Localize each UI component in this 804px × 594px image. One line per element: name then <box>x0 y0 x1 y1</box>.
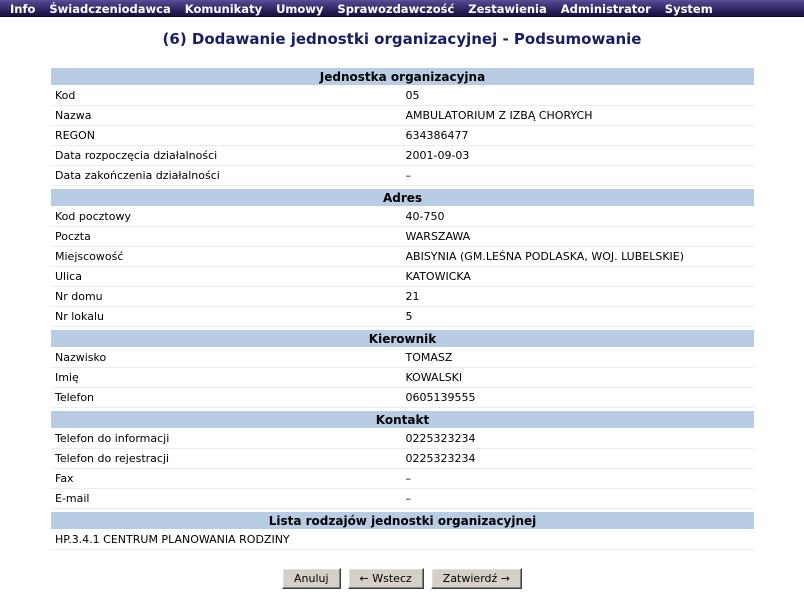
menu-item-info[interactable]: Info <box>3 1 42 17</box>
table-row: E-mail – <box>51 488 754 509</box>
section-header-label: Kierownik <box>51 330 754 348</box>
field-label: E-mail <box>51 488 403 509</box>
field-label: Nr domu <box>51 286 403 307</box>
table-row: Ulica KATOWICKA <box>51 266 754 287</box>
field-value: 5 <box>402 306 754 327</box>
field-value: 0225323234 <box>402 428 754 449</box>
table-row: Telefon do informacji 0225323234 <box>51 428 754 449</box>
table-row: Miejscowość ABISYNIA (GM.LEŚNA PODLASKA, … <box>51 246 754 267</box>
field-label: Poczta <box>51 226 403 247</box>
section-header-row: Jednostka organizacyjna <box>51 68 754 86</box>
summary-content: Jednostka organizacyjna Kod 05 Nazwa AMBULAT… <box>51 68 754 550</box>
field-label: Data zakończenia działalności <box>51 165 403 186</box>
list-item: HP.3.4.1 CENTRUM PLANOWANIA RODZINY <box>51 529 754 550</box>
field-value: 0225323234 <box>402 448 754 469</box>
field-value: 40-750 <box>402 206 754 227</box>
table-row: Telefon do rejestracji 0225323234 <box>51 448 754 469</box>
field-label: Fax <box>51 468 403 489</box>
field-value: KOWALSKI <box>402 367 754 388</box>
field-value: – <box>402 488 754 509</box>
field-value: 05 <box>402 85 754 106</box>
menu-item-zestawienia[interactable]: Zestawienia <box>461 1 554 17</box>
field-label: Telefon do informacji <box>51 428 403 449</box>
table-row: Kod 05 <box>51 85 754 106</box>
section-header-label: Kontakt <box>51 411 754 429</box>
field-value: – <box>402 468 754 489</box>
table-row: Data zakończenia działalności – <box>51 165 754 186</box>
list-section-header-row: Lista rodzajów jednostki organizacyjnej <box>51 512 754 530</box>
field-label: REGON <box>51 125 403 146</box>
back-button[interactable]: ← Wstecz <box>347 568 424 589</box>
field-label: Nazwa <box>51 105 403 126</box>
cancel-button[interactable]: Anuluj <box>281 568 341 589</box>
list-section-header-label: Lista rodzajów jednostki organizacyjnej <box>51 512 754 530</box>
summary-table: Jednostka organizacyjna Kod 05 Nazwa AMBULAT… <box>51 68 754 550</box>
confirm-button[interactable]: Zatwierdź → <box>430 568 522 589</box>
menu-item-wiadczeniodawca[interactable]: Świadczeniodawca <box>42 1 177 17</box>
field-value: 2001-09-03 <box>402 145 754 166</box>
menu-item-sprawozdawczo[interactable]: Sprawozdawczość <box>330 1 461 17</box>
field-label: Kod pocztowy <box>51 206 403 227</box>
field-label: Kod <box>51 85 403 106</box>
table-row: Poczta WARSZAWA <box>51 226 754 247</box>
table-row: Nazwisko TOMASZ <box>51 347 754 368</box>
field-value: TOMASZ <box>402 347 754 368</box>
table-row: Nr lokalu 5 <box>51 306 754 327</box>
main-menu-bar: Info Świadczeniodawca Komunikaty Umowy Spraw… <box>0 0 804 17</box>
field-label: Imię <box>51 367 403 388</box>
field-label: Miejscowość <box>51 246 403 267</box>
section-header-label: Adres <box>51 189 754 207</box>
table-row: Imię KOWALSKI <box>51 367 754 388</box>
menu-item-administrator[interactable]: Administrator <box>554 1 658 17</box>
menu-item-system[interactable]: System <box>658 1 720 17</box>
table-row: Fax – <box>51 468 754 489</box>
field-value: KATOWICKA <box>402 266 754 287</box>
menu-item-umowy[interactable]: Umowy <box>269 1 330 17</box>
field-value: ABISYNIA (GM.LEŚNA PODLASKA, WOJ. LUBELS… <box>402 246 754 267</box>
field-label: Nr lokalu <box>51 306 403 327</box>
field-label: Ulica <box>51 266 403 287</box>
section-header-row: Kontakt <box>51 411 754 429</box>
table-row: Data rozpoczęcia działalności 2001-09-03 <box>51 145 754 166</box>
section-header-row: Adres <box>51 189 754 207</box>
field-label: Telefon <box>51 387 403 408</box>
table-row: REGON 634386477 <box>51 125 754 146</box>
list-item-label: HP.3.4.1 CENTRUM PLANOWANIA RODZINY <box>51 529 754 550</box>
table-row: Kod pocztowy 40-750 <box>51 206 754 227</box>
table-row: Telefon 0605139555 <box>51 387 754 408</box>
field-value: 0605139555 <box>402 387 754 408</box>
field-value: – <box>402 165 754 186</box>
section-header-row: Kierownik <box>51 330 754 348</box>
field-label: Telefon do rejestracji <box>51 448 403 469</box>
table-row: Nazwa AMBULATORIUM Z IZBĄ CHORYCH <box>51 105 754 126</box>
field-value: AMBULATORIUM Z IZBĄ CHORYCH <box>402 105 754 126</box>
table-row: Nr domu 21 <box>51 286 754 307</box>
menu-item-komunikaty[interactable]: Komunikaty <box>178 1 269 17</box>
field-label: Data rozpoczęcia działalności <box>51 145 403 166</box>
field-value: WARSZAWA <box>402 226 754 247</box>
button-bar: Anuluj ← Wstecz Zatwierdź → <box>0 568 804 589</box>
section-header-label: Jednostka organizacyjna <box>51 68 754 86</box>
page-title: (6) Dodawanie jednostki organizacyjnej -… <box>162 30 642 48</box>
field-label: Nazwisko <box>51 347 403 368</box>
field-value: 21 <box>402 286 754 307</box>
field-value: 634386477 <box>402 125 754 146</box>
